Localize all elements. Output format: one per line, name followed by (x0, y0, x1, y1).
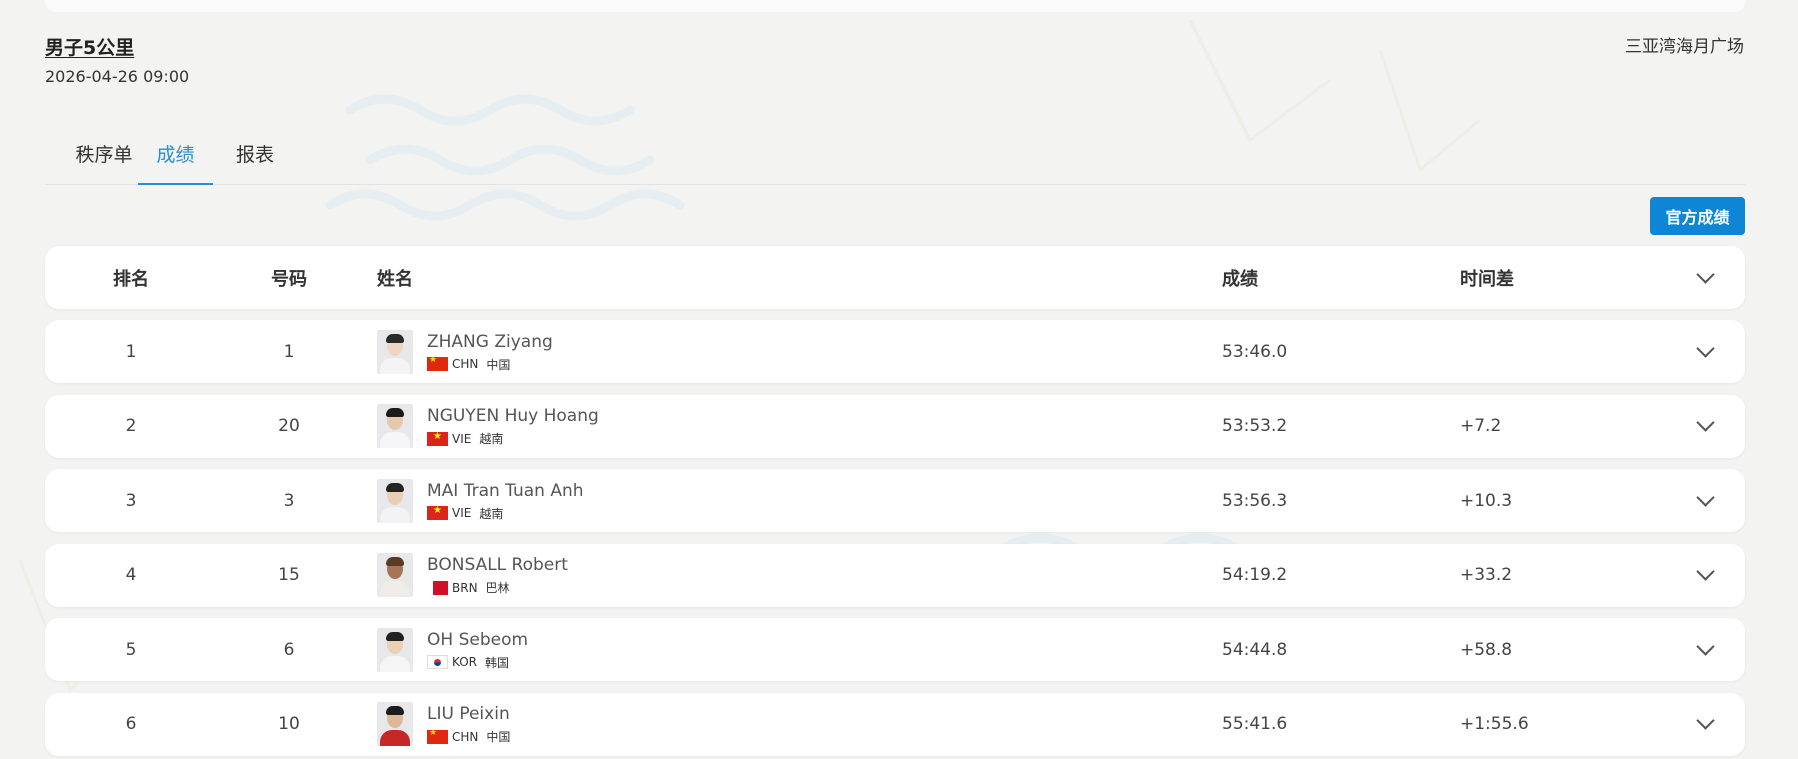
tab-results[interactable]: 成绩 (138, 140, 213, 185)
table-row[interactable]: 6 10 LIU Peixin CHN 中国 55:41.6 +1:55.6 (45, 692, 1745, 756)
country-code: KOR (452, 655, 477, 669)
flag-icon (427, 506, 448, 520)
country-name: 中国 (486, 357, 511, 372)
country-name: 韩国 (485, 655, 510, 670)
chevron-down-icon (1695, 264, 1715, 284)
row-gap: +7.2 (1460, 416, 1502, 436)
chevron-down-icon (1695, 562, 1715, 581)
country-code: CHN (452, 729, 479, 744)
country-code: CHN (452, 357, 479, 371)
flag-icon (427, 655, 448, 669)
row-athlete: ZHANG Ziyang CHN 中国 (377, 320, 1077, 383)
top-panel-strip (45, 0, 1745, 12)
country-name: 中国 (486, 730, 511, 744)
row-bib: 1 (283, 341, 295, 362)
flag-icon (427, 357, 448, 371)
row-bib: 20 (278, 416, 300, 436)
athlete-name[interactable]: BONSALL Robert (427, 554, 568, 576)
country-code: VIE (452, 431, 472, 446)
flag-icon (427, 580, 448, 595)
country-code: VIE (452, 506, 472, 520)
chevron-down-icon (1695, 338, 1715, 358)
row-bib: 10 (278, 714, 300, 734)
country-name: 越南 (479, 432, 504, 446)
official-results-button[interactable]: 官方成绩 (1650, 197, 1745, 235)
table-row[interactable]: 1 1 ZHANG Ziyang CHN 中国 53:46.0 (45, 320, 1745, 383)
country-code: BRN (452, 580, 478, 595)
athlete-avatar (377, 478, 413, 523)
table-row[interactable]: 4 15 BONSALL Robert BRN 巴林 54:19.2 +33.2 (45, 543, 1745, 607)
expand-all-button[interactable] (1685, 246, 1725, 309)
event-datetime: 2026-04-26 09:00 (45, 67, 190, 86)
row-athlete: NGUYEN Huy Hoang VIE 越南 (377, 395, 1077, 458)
row-athlete: BONSALL Robert BRN 巴林 (377, 544, 1077, 607)
country-name: 巴林 (485, 581, 510, 595)
row-result: 53:56.3 (1222, 490, 1288, 511)
header-name: 姓名 (377, 268, 413, 290)
chevron-down-icon (1695, 413, 1715, 432)
table-row[interactable]: 2 20 NGUYEN Huy Hoang VIE 越南 53:53.2 +7.… (45, 394, 1745, 458)
athlete-avatar (377, 627, 413, 672)
row-gap: +33.2 (1460, 565, 1513, 585)
row-result: 53:46.0 (1222, 341, 1288, 362)
row-gap: +10.3 (1460, 490, 1513, 511)
row-gap: +1:55.6 (1460, 714, 1529, 734)
athlete-name[interactable]: MAI Tran Tuan Anh (427, 480, 584, 502)
event-venue: 三亚湾海月广场 (1625, 37, 1744, 57)
chevron-down-icon (1695, 711, 1715, 730)
expand-row-button[interactable] (1685, 618, 1725, 681)
table-row[interactable]: 5 6 OH Sebeom KOR 韩国 54:44.8 +58.8 (45, 618, 1745, 681)
row-result: 53:53.2 (1222, 416, 1288, 436)
row-athlete: OH Sebeom KOR 韩国 (377, 618, 1077, 681)
row-athlete: MAI Tran Tuan Anh VIE 越南 (377, 469, 1077, 532)
athlete-avatar (377, 553, 413, 597)
row-result: 54:19.2 (1222, 565, 1288, 585)
flag-icon (427, 431, 448, 446)
athlete-name[interactable]: LIU Peixin (427, 703, 510, 725)
row-bib: 3 (283, 490, 295, 511)
row-rank: 3 (125, 490, 137, 511)
row-result: 54:44.8 (1222, 639, 1288, 660)
row-rank: 1 (125, 341, 137, 362)
tab-bar: 秩序单 成绩 报表 (45, 130, 1745, 185)
tab-reports[interactable]: 报表 (227, 140, 283, 183)
row-rank: 2 (125, 416, 137, 436)
tab-start-list[interactable]: 秩序单 (63, 140, 145, 183)
athlete-avatar (377, 329, 413, 374)
chevron-down-icon (1695, 487, 1715, 507)
header-bib: 号码 (271, 268, 307, 290)
chevron-down-icon (1695, 636, 1715, 656)
header-gap: 时间差 (1460, 268, 1514, 290)
expand-row-button[interactable] (1685, 544, 1725, 607)
results-table-header: 排名 号码 姓名 成绩 时间差 (45, 246, 1745, 309)
expand-row-button[interactable] (1685, 693, 1725, 756)
expand-row-button[interactable] (1685, 469, 1725, 532)
athlete-avatar (377, 404, 413, 448)
row-athlete: LIU Peixin CHN 中国 (377, 693, 1077, 756)
expand-row-button[interactable] (1685, 395, 1725, 458)
athlete-name[interactable]: ZHANG Ziyang (427, 331, 553, 353)
row-result: 55:41.6 (1222, 714, 1288, 734)
athlete-avatar (377, 702, 413, 746)
country-name: 越南 (479, 506, 504, 521)
row-rank: 4 (125, 565, 137, 585)
athlete-name[interactable]: OH Sebeom (427, 629, 528, 651)
table-row[interactable]: 3 3 MAI Tran Tuan Anh VIE 越南 53:56.3 +10… (45, 469, 1745, 532)
flag-icon (427, 729, 448, 744)
row-bib: 15 (278, 565, 300, 585)
row-rank: 6 (125, 714, 137, 734)
header-result: 成绩 (1222, 268, 1258, 290)
row-rank: 5 (125, 639, 137, 660)
event-title[interactable]: 男子5公里 (45, 33, 134, 60)
row-bib: 6 (283, 639, 295, 660)
expand-row-button[interactable] (1685, 320, 1725, 383)
header-rank: 排名 (113, 268, 149, 290)
row-gap (1460, 320, 1660, 383)
athlete-name[interactable]: NGUYEN Huy Hoang (427, 405, 599, 427)
row-gap: +58.8 (1460, 639, 1513, 660)
